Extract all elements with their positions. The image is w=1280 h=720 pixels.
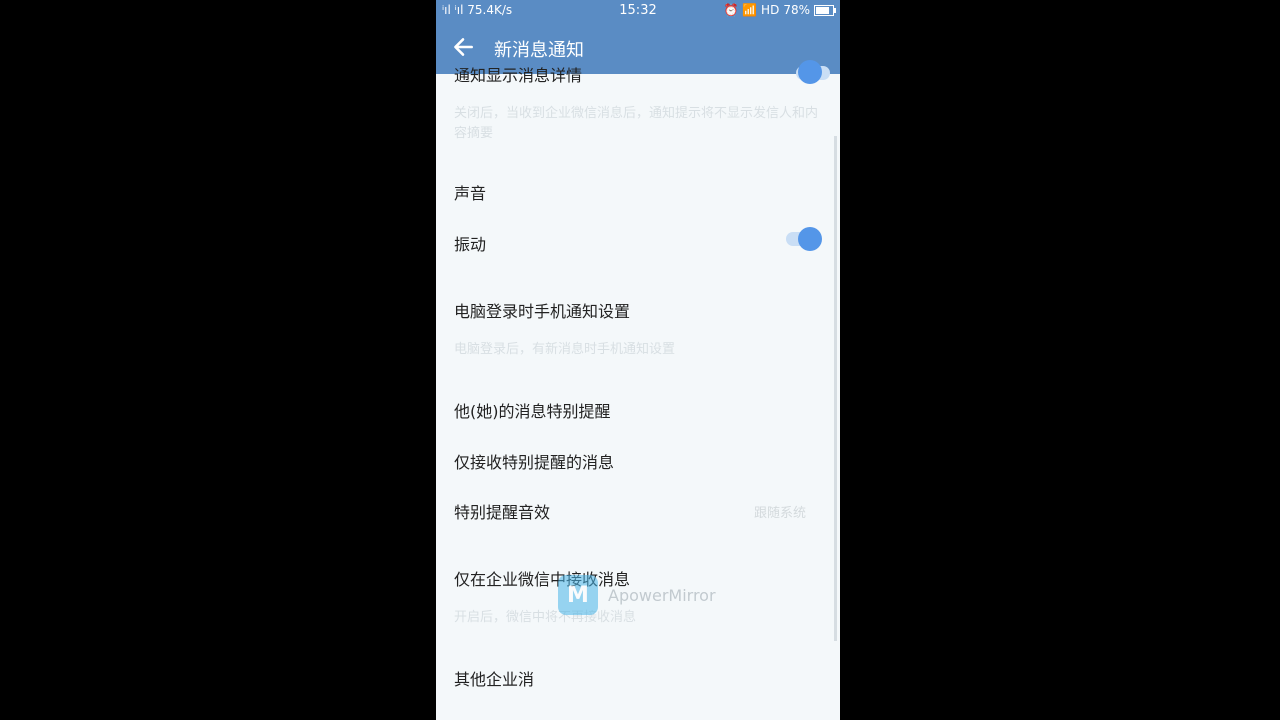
watermark-text: ApowerMirror <box>608 585 716 605</box>
battery-icon <box>814 4 836 16</box>
setting-special-sound[interactable]: 特别提醒音效 <box>454 499 550 523</box>
setting-only-special[interactable]: 仅接收特别提醒的消息 <box>454 449 614 473</box>
setting-other[interactable]: 其他企业消 <box>454 666 534 690</box>
setting-pc-login[interactable]: 电脑登录时手机通知设置 <box>454 298 630 322</box>
status-right: ⏰ 📶 HD 78% <box>723 3 836 17</box>
apowermirror-logo-icon: M <box>558 575 598 615</box>
status-icons: ⏰ 📶 HD <box>723 3 780 17</box>
phone-screen: ⁱıl ⁱıl 75.4K/s 15:32 ⏰ 📶 HD 78% 新消息通知 通… <box>436 0 840 720</box>
setting-vibrate[interactable]: 振动 <box>454 231 486 255</box>
back-arrow-icon[interactable] <box>450 34 476 60</box>
toggle-show-details[interactable] <box>798 60 822 84</box>
toggle-vibrate[interactable] <box>798 227 822 251</box>
setting-show-details-desc: 关闭后，当收到企业微信消息后，通知提示将不显示发信人和内容摘要 <box>454 106 819 141</box>
setting-show-details[interactable]: 通知显示消息详情 <box>454 62 582 86</box>
battery-level: 78% <box>783 3 810 17</box>
status-bar: ⁱıl ⁱıl 75.4K/s 15:32 ⏰ 📶 HD 78% <box>436 0 840 22</box>
settings-list: 通知显示消息详情 关闭后，当收到企业微信消息后，通知提示将不显示发信人和内容摘要… <box>436 60 840 720</box>
scrollbar[interactable] <box>834 136 837 641</box>
setting-pc-login-desc: 电脑登录后，有新消息时手机通知设置 <box>454 342 676 357</box>
page-title: 新消息通知 <box>494 40 584 61</box>
special-sound-value: 跟随系统 <box>753 506 806 521</box>
setting-special-remind[interactable]: 他(她)的消息特别提醒 <box>454 398 611 422</box>
watermark: M ApowerMirror <box>558 575 716 615</box>
setting-sound[interactable]: 声音 <box>454 180 486 204</box>
